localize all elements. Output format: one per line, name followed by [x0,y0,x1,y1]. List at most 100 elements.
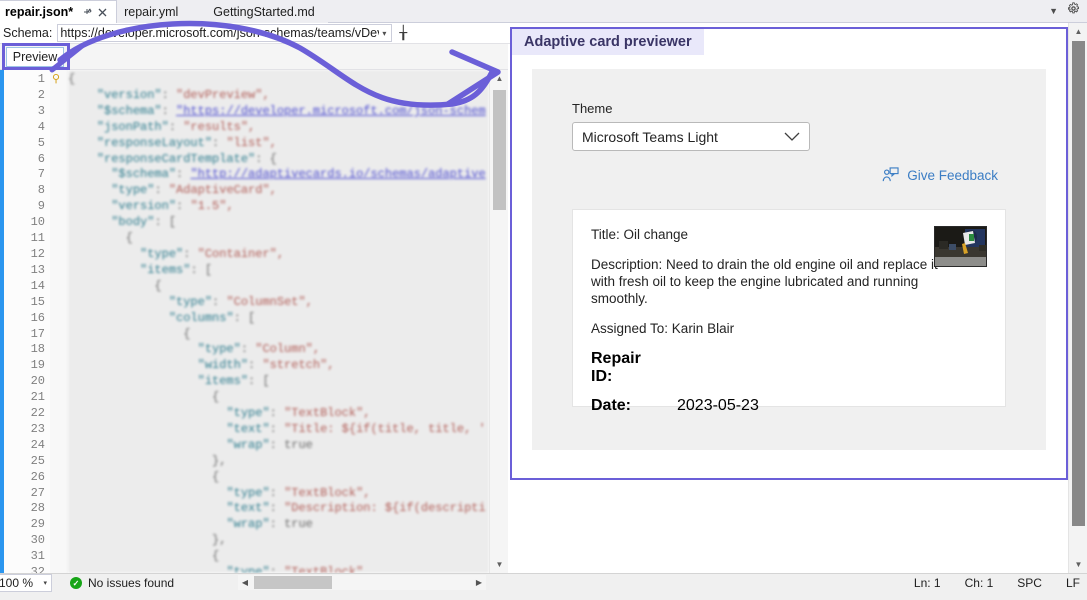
line-number: 27 [30,485,45,500]
tab-gettingstarted-md[interactable]: GettingStarted.md [191,0,328,23]
hscroll-track[interactable] [252,576,472,589]
zoom-level-combobox[interactable]: 100 % ▾ [0,574,52,592]
tab-label: repair.json* [5,5,74,19]
code-text-area[interactable]: { "version": "devPreview", "$schema": "h… [68,70,489,573]
line-number: 22 [30,406,45,421]
code-line: { [68,390,220,405]
code-line: "responseCardTemplate": { [96,151,277,166]
code-line: "text": "Title: ${if(title, title, ' [226,421,486,436]
pin-icon[interactable] [81,6,94,19]
card-title: Title: Oil change [591,227,689,242]
schema-url-value: https://developer.microsoft.com/json-sch… [60,26,379,40]
code-line: "version": "devPreview", [96,87,270,102]
issues-label: No issues found [88,576,175,590]
split-view-icon[interactable]: ╁ [395,25,411,41]
schema-url-combobox[interactable]: https://developer.microsoft.com/json-sch… [57,24,393,42]
code-line: { [68,278,162,293]
zoom-level-value: 100 % [0,576,34,590]
tab-label: repair.yml [124,4,179,19]
chevron-down-icon[interactable]: ▼ [1049,6,1058,16]
tab-repair-json[interactable]: repair.json* [0,0,118,23]
code-line: "jsonPath": "results", [96,119,256,134]
card-thumbnail-image [934,226,987,267]
editor-toolbar: Preview [0,44,508,70]
fact-name: Repair ID: [591,350,641,385]
json-code-editor[interactable]: 1 2 3 4 5 6 7 8 9 10 11 12 13 14 15 16 17 18 19 20 21 22 23 24 2… [0,70,508,573]
give-feedback-link[interactable]: Give Feedback [882,167,998,183]
editor-horizontal-scrollbar[interactable]: ◀ ▶ [238,575,486,590]
card-description: Description: Need to drain the old engin… [591,257,938,306]
scroll-up-arrow-icon[interactable]: ▲ [490,70,508,87]
scroll-up-arrow-icon[interactable]: ▲ [1069,23,1087,40]
fact-name: Date: [591,397,632,414]
tab-label: GettingStarted.md [213,4,315,19]
scrollbar-thumb[interactable] [1072,41,1085,526]
line-number: 16 [30,310,45,325]
cursor-line-indicator[interactable]: Ln: 1 [914,576,941,590]
scroll-right-arrow-icon[interactable]: ▶ [472,578,486,587]
schema-label: Schema: [3,26,53,40]
code-line: "type": "Container", [140,246,285,261]
gear-icon[interactable] [1067,2,1080,20]
code-line: "wrap": true [226,517,313,532]
line-number: 6 [37,151,45,166]
code-line: { [68,231,133,246]
code-line: { [68,326,191,341]
chevron-down-icon[interactable]: ▾ [43,579,47,587]
scroll-left-arrow-icon[interactable]: ◀ [238,578,252,587]
code-line: "items": [ [197,374,270,389]
line-number: 26 [30,469,45,484]
scroll-down-arrow-icon[interactable]: ▼ [490,556,508,573]
preview-card-surface: Theme Microsoft Teams Light Give Feedbac… [532,69,1046,450]
line-number: 23 [30,421,45,436]
theme-select[interactable]: Microsoft Teams Light [572,122,810,151]
bookmark-icon[interactable]: ⚲ [52,72,64,85]
code-line: { [68,549,220,564]
line-number: 24 [30,437,45,452]
card-fact-date: Date: 2023-05-23 [591,397,987,415]
line-number-gutter: 1 2 3 4 5 6 7 8 9 10 11 12 13 14 15 16 17 18 19 20 21 22 23 24 2… [4,70,50,573]
line-number: 4 [37,119,45,134]
status-bar-right: Ln: 1 Ch: 1 SPC LF [914,573,1080,592]
line-ending-indicator[interactable]: LF [1066,576,1080,590]
tab-repair-yml[interactable]: repair.yml [117,0,192,23]
code-line: }, [68,533,227,548]
chevron-down-icon[interactable]: ▾ [379,29,389,38]
scrollbar-thumb[interactable] [493,90,506,210]
code-line: "text": "Description: ${if(descripti [226,501,486,516]
theme-label: Theme [572,101,613,116]
code-line: "wrap": true [226,437,313,452]
line-number: 25 [30,453,45,468]
adaptive-card: Title: Oil change Description: Need to d… [572,209,1006,414]
code-line: "responseLayout": "list", [96,135,277,150]
glyph-margin[interactable] [50,70,68,573]
preview-panel-title: Adaptive card previewer [524,34,692,50]
cursor-column-indicator[interactable]: Ch: 1 [965,576,994,590]
issues-status[interactable]: ✓ No issues found [70,576,174,590]
check-circle-icon: ✓ [70,577,82,589]
close-icon[interactable] [96,6,109,19]
scroll-down-arrow-icon[interactable]: ▼ [1069,556,1087,573]
line-number: 11 [30,231,45,246]
window-bottom-strip [0,592,1087,600]
code-line: "columns": [ [168,310,256,325]
line-number: 31 [30,549,45,564]
card-fact-repair-id: Repair ID: [591,350,987,386]
fact-value: 2023-05-23 [677,397,759,414]
code-line: "width": "stretch", [197,358,335,373]
tab-strip-actions: ▼ [1049,0,1087,22]
chevron-down-icon[interactable] [784,129,800,145]
line-number: 18 [30,342,45,357]
code-line: "type": "TextBlock", [226,406,371,421]
scrollbar-thumb[interactable] [254,576,332,589]
preview-vertical-scrollbar[interactable]: ▲ ▼ [1068,23,1087,573]
editor-vertical-scrollbar[interactable]: ▲ ▼ [489,70,508,573]
card-assigned-to: Assigned To: Karin Blair [591,321,735,336]
code-line: "type": "TextBlock", [226,485,371,500]
line-number: 7 [37,167,45,182]
line-number: 30 [30,533,45,548]
indentation-indicator[interactable]: SPC [1017,576,1042,590]
line-number: 20 [30,374,45,389]
line-number: 12 [30,246,45,261]
line-number: 32 [30,565,45,573]
